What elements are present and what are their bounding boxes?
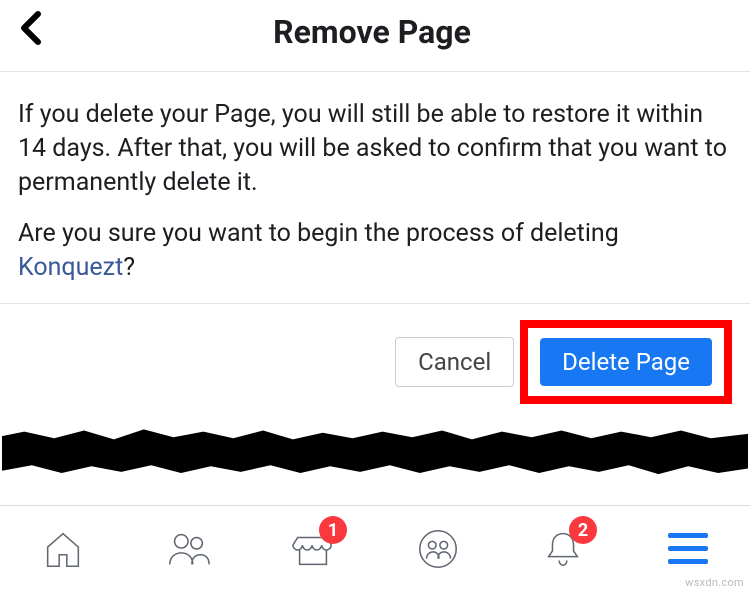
marketplace-badge: 1 xyxy=(319,516,347,544)
hamburger-icon xyxy=(668,533,708,564)
page-name-link[interactable]: Konquezt xyxy=(18,253,123,282)
confirm-suffix: ? xyxy=(123,253,135,282)
action-row: Cancel Delete Page xyxy=(0,304,750,420)
highlight-annotation: Delete Page xyxy=(520,320,732,404)
bottom-tab-bar: 1 2 xyxy=(0,505,750,591)
tab-groups[interactable] xyxy=(375,506,500,591)
confirm-text: Are you sure you want to begin the proce… xyxy=(18,217,732,285)
confirm-prefix: Are you sure you want to begin the proce… xyxy=(18,219,619,248)
header-bar: Remove Page xyxy=(0,0,750,72)
groups-icon xyxy=(415,526,461,572)
watermark: wsxdn.com xyxy=(685,576,744,589)
warning-text: If you delete your Page, you will still … xyxy=(18,98,732,199)
tab-friends[interactable] xyxy=(125,506,250,591)
torn-separator xyxy=(0,424,750,504)
friends-icon xyxy=(165,526,211,572)
content-area: If you delete your Page, you will still … xyxy=(0,72,750,304)
tab-home[interactable] xyxy=(0,506,125,591)
home-icon xyxy=(40,526,86,572)
tab-notifications[interactable]: 2 xyxy=(500,506,625,591)
page-title: Remove Page xyxy=(12,13,732,51)
cancel-button[interactable]: Cancel xyxy=(395,337,514,387)
delete-page-button[interactable]: Delete Page xyxy=(540,338,712,386)
notifications-badge: 2 xyxy=(569,516,597,544)
tab-marketplace[interactable]: 1 xyxy=(250,506,375,591)
